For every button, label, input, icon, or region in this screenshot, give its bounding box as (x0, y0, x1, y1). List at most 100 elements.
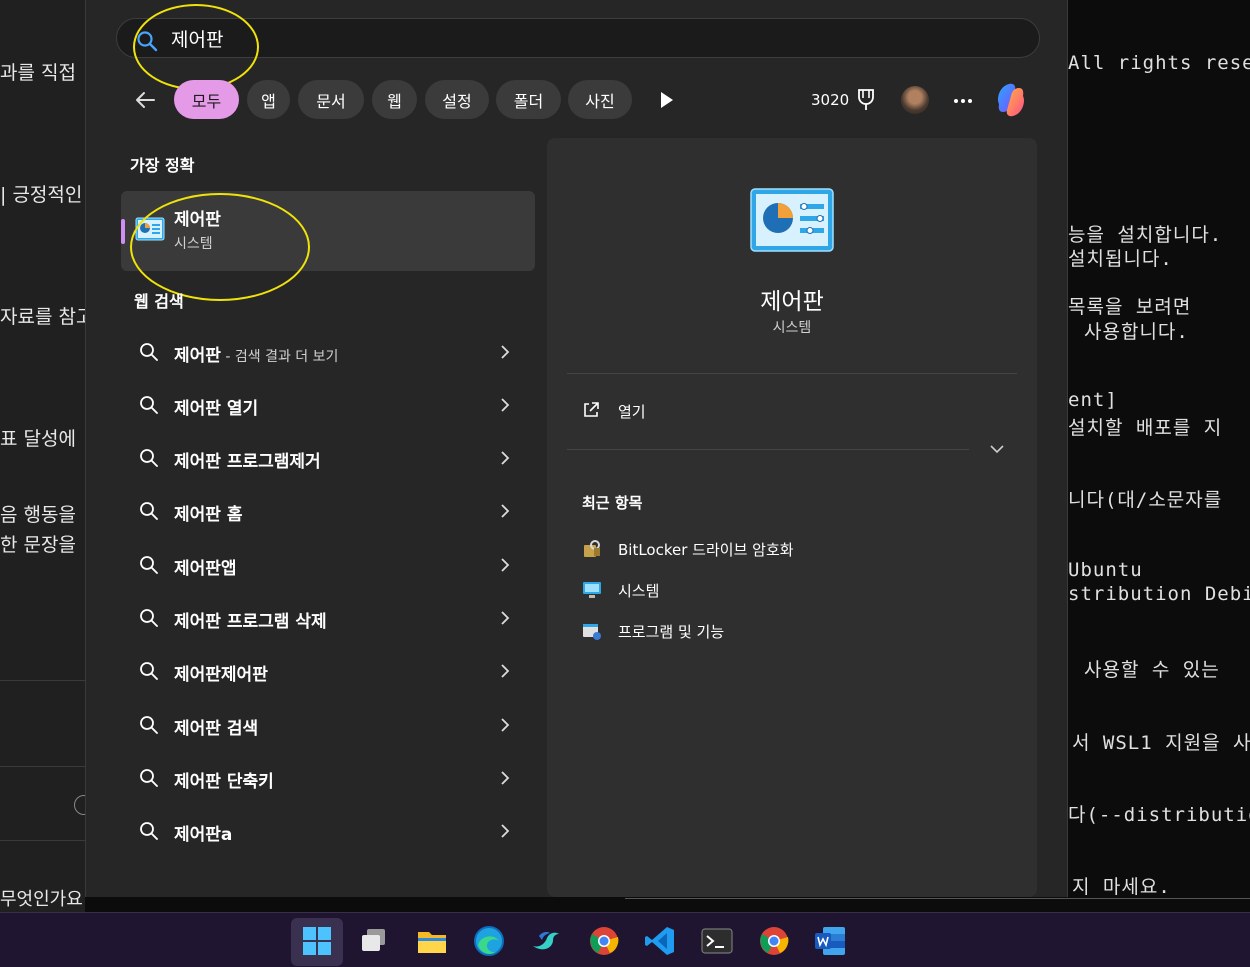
task-view-icon[interactable] (358, 924, 392, 958)
filter-chip-web[interactable]: 웹 (372, 80, 417, 119)
chevron-right-icon (501, 718, 510, 732)
web-search-result[interactable]: 제어판 열기 (121, 381, 535, 429)
search-icon (140, 556, 158, 574)
search-icon (140, 449, 158, 467)
detail-subtitle: 시스템 (772, 320, 812, 336)
bg-right-line: Ubuntu (1068, 559, 1143, 581)
search-icon (140, 662, 158, 680)
open-button[interactable]: 열기 (618, 401, 646, 422)
vscode-icon[interactable] (643, 924, 677, 958)
open-external-icon[interactable] (582, 401, 600, 419)
filter-chip-folders[interactable]: 폴더 (496, 80, 561, 119)
search-panel: 제어판 모두 앱 문서 웹 설정 폴더 사진 3020 가장 정확 제어판 시스… (85, 0, 1068, 897)
back-arrow-icon[interactable] (134, 88, 158, 112)
web-search-result[interactable]: 제어판 프로그램 삭제 (121, 594, 535, 642)
web-search-result[interactable]: 제어판 - 검색 결과 더 보기 (121, 328, 535, 376)
web-search-result-label: 제어판 프로그램제거 (174, 452, 321, 472)
divider (0, 840, 85, 841)
chevron-right-icon (501, 824, 510, 838)
search-icon (140, 396, 158, 414)
detail-title: 제어판 (760, 289, 824, 315)
divider (567, 373, 1017, 374)
chrome-icon[interactable] (757, 924, 791, 958)
bg-right-line: 니다(대/소문자를 (1068, 489, 1223, 511)
bg-right-line: 목록을 보려면 (1068, 296, 1192, 318)
web-search-result[interactable]: 제어판제어판 (121, 647, 535, 695)
divider (0, 766, 85, 767)
chrome-icon[interactable] (587, 924, 621, 958)
filter-chip-apps[interactable]: 앱 (247, 80, 290, 119)
filter-chip-photos[interactable]: 사진 (568, 80, 632, 119)
more-icon[interactable] (952, 90, 974, 112)
bg-left-line: 자료를 참고 (0, 306, 94, 328)
bg-left-line: 음 행동을 (0, 504, 76, 526)
bg-right-line: 사용할 수 있는 (1084, 659, 1220, 681)
web-search-result-label: 제어판 홈 (174, 505, 243, 525)
filter-chip-all[interactable]: 모두 (174, 80, 239, 119)
chevron-right-icon (501, 504, 510, 518)
bitlocker-icon (584, 540, 600, 557)
word-icon[interactable] (813, 924, 847, 958)
chevron-down-icon[interactable] (989, 443, 1005, 455)
rewards-points[interactable]: 3020 (811, 91, 849, 109)
bg-right-line: ent] (1068, 389, 1118, 411)
divider (0, 680, 85, 681)
annotation-circle (133, 4, 259, 90)
web-search-result[interactable]: 제어판 홈 (121, 487, 535, 535)
bg-left-line: 과를 직접 (0, 62, 76, 84)
bg-right-line: 지 마세요. (1072, 876, 1171, 898)
bg-right-line: 능을 설치합니다. (1068, 224, 1223, 246)
edge-icon[interactable] (472, 924, 506, 958)
web-search-result[interactable]: 제어판앱 (121, 541, 535, 589)
selection-indicator (121, 219, 125, 244)
web-search-result-label: 제어판 검색 (174, 719, 259, 739)
bird-app-icon[interactable] (529, 924, 563, 958)
web-search-result-label: 제어판 열기 (174, 399, 259, 419)
bg-right-line: All rights reserv (1068, 52, 1250, 74)
bg-right-line: 사용합니다. (1084, 321, 1189, 343)
search-icon (140, 716, 158, 734)
best-match-label: 가장 정확 (130, 156, 195, 175)
bg-right-line: stribution Debia (1068, 583, 1250, 605)
bg-right-line: 다(--distributio (1068, 804, 1250, 826)
copilot-icon[interactable] (991, 80, 1031, 120)
web-search-result[interactable]: 제어판 검색 (121, 701, 535, 749)
web-search-result-label: 제어판 프로그램 삭제 (174, 612, 327, 632)
medal-icon[interactable] (855, 88, 877, 112)
chevron-right-icon (501, 451, 510, 465)
chevron-right-icon (501, 398, 510, 412)
terminal-icon[interactable] (700, 924, 734, 958)
bg-left-line: 한 문장을 (0, 534, 76, 556)
divider (567, 449, 969, 450)
search-icon (140, 502, 158, 520)
web-search-result-label: 제어판 - 검색 결과 더 보기 (174, 346, 339, 366)
chevron-right-icon (501, 664, 510, 678)
filter-chip-settings[interactable]: 설정 (425, 80, 489, 119)
bg-left-line: | 긍정적인 (0, 184, 83, 206)
bg-left-line: 표 달성에 (0, 428, 76, 450)
filter-chip-documents[interactable]: 문서 (298, 80, 364, 119)
web-search-result[interactable]: 제어판 단축키 (121, 754, 535, 802)
search-icon (140, 769, 158, 787)
web-search-result[interactable]: 제어판a (121, 807, 535, 855)
bg-left-line: 무엇인가요 (0, 889, 83, 910)
web-search-result[interactable]: 제어판 프로그램제거 (121, 434, 535, 482)
start-icon[interactable] (300, 924, 334, 958)
control-panel-icon (750, 188, 834, 252)
background-terminal-window: All rights reserv 능을 설치합니다. 설치됩니다. 목록을 보… (1068, 0, 1250, 912)
system-icon (583, 582, 601, 598)
chevron-right-icon (501, 558, 510, 572)
web-search-result-label: 제어판 단축키 (174, 772, 274, 792)
background-left-window: 과를 직접 | 긍정적인 자료를 참고 표 달성에 음 행동을 한 문장을 무엇… (0, 0, 93, 912)
play-icon[interactable] (660, 91, 674, 109)
bg-right-line: 설치됩니다. (1068, 248, 1173, 270)
file-explorer-icon[interactable] (415, 924, 449, 958)
chevron-right-icon (501, 345, 510, 359)
bg-right-line: 설치할 배포를 지 (1068, 417, 1223, 439)
avatar[interactable] (901, 86, 929, 114)
web-search-result-label: 제어판제어판 (174, 665, 268, 685)
bg-right-line: 서 WSL1 지원을 사 (1072, 732, 1250, 754)
recent-item-label: 프로그램 및 기능 (618, 623, 725, 641)
annotation-circle (130, 193, 310, 301)
programs-icon (583, 624, 601, 640)
